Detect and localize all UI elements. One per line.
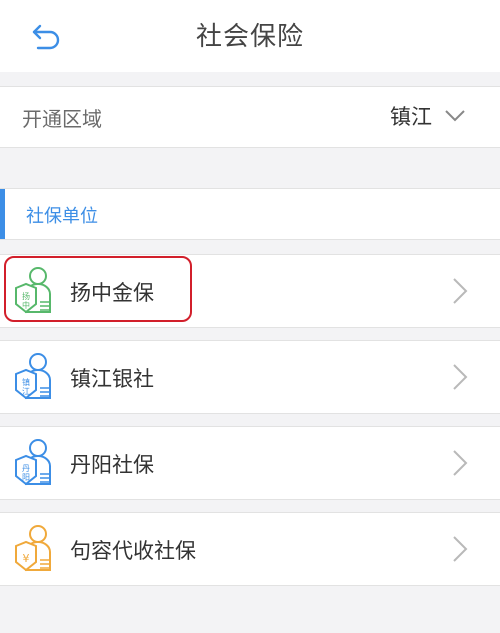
unit-name: 镇江银社 <box>70 367 154 391</box>
insurance-person-icon: 丹 阳 <box>15 439 51 486</box>
svg-text:丹: 丹 <box>22 464 30 473</box>
insurance-person-icon: 扬 中 <box>15 267 51 314</box>
chevron-right-icon <box>453 536 468 562</box>
svg-text:¥: ¥ <box>23 552 30 565</box>
chevron-right-icon <box>453 364 468 390</box>
unit-item-danyang[interactable]: 丹 阳 丹阳社保 <box>0 426 500 500</box>
svg-text:镇: 镇 <box>22 377 30 387</box>
unit-item-jurong[interactable]: ¥ 句容代收社保 <box>0 512 500 586</box>
insurance-person-icon: 镇 江 <box>15 353 51 400</box>
unit-item-zhenjiang[interactable]: 镇 江 镇江银社 <box>0 340 500 414</box>
region-row[interactable]: 开通区域 镇江 <box>0 86 500 148</box>
unit-name: 扬中金保 <box>70 281 154 305</box>
unit-item-yangzhong[interactable]: 扬 中 扬中金保 <box>0 254 500 328</box>
svg-text:江: 江 <box>22 387 30 396</box>
section-accent-bar <box>0 189 5 239</box>
chevron-right-icon <box>453 278 468 304</box>
svg-text:阳: 阳 <box>22 473 30 482</box>
unit-name: 句容代收社保 <box>70 539 196 563</box>
chevron-right-icon <box>453 450 468 476</box>
region-label: 开通区域 <box>22 107 102 131</box>
region-value: 镇江 <box>390 105 432 129</box>
header-bar: 社会保险 <box>0 0 500 72</box>
svg-text:中: 中 <box>22 300 30 310</box>
section-header: 社保单位 <box>0 188 500 240</box>
chevron-down-icon <box>445 110 465 122</box>
page-title: 社会保险 <box>195 22 304 52</box>
region-selector[interactable]: 镇江 <box>390 101 466 131</box>
insurance-person-icon: ¥ <box>15 525 51 572</box>
unit-name: 丹阳社保 <box>70 453 154 477</box>
svg-text:扬: 扬 <box>22 291 30 301</box>
section-title: 社保单位 <box>26 206 98 227</box>
